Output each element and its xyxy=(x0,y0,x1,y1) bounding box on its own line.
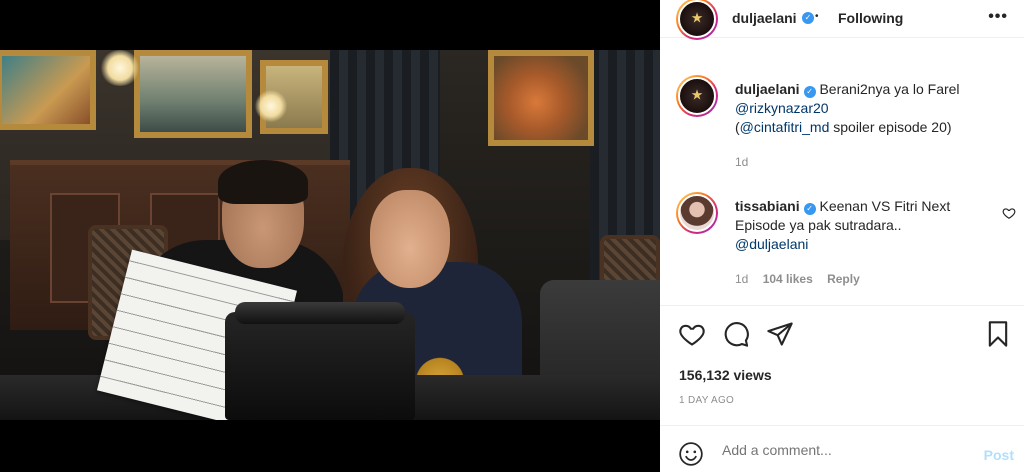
comment-age[interactable]: 1d xyxy=(735,155,748,169)
mention-link[interactable]: @rizkynazar20 xyxy=(735,100,829,116)
bookmark-icon[interactable] xyxy=(984,320,1012,348)
comment-input[interactable] xyxy=(722,442,962,458)
post-timestamp[interactable]: 1 DAY AGO xyxy=(679,395,734,406)
comment-likes[interactable]: 104 likes xyxy=(763,272,813,286)
action-bar: 156,132 views 1 DAY AGO xyxy=(660,305,1024,425)
comment-meta: 1d xyxy=(735,155,759,169)
verified-badge-icon: ✓ xyxy=(803,86,816,98)
mention-link[interactable]: @cintafitri_md xyxy=(740,119,830,135)
author-username[interactable]: duljaelani xyxy=(732,10,797,26)
verified-badge-icon: ✓ xyxy=(802,12,814,24)
post-comment-button[interactable]: Post xyxy=(984,447,1014,463)
comment-like-heart-icon[interactable] xyxy=(1002,206,1016,220)
lamp xyxy=(255,90,287,122)
man-hair xyxy=(218,160,308,204)
post-header: ★ duljaelani ✓ • Following ••• xyxy=(660,0,1024,40)
post-panel: ★ duljaelani ✓ • Following ••• ★ duljael… xyxy=(660,0,1024,472)
mention-link[interactable]: @duljaelani xyxy=(735,236,808,252)
caption-text: Berani2nya ya lo Farel xyxy=(819,81,960,97)
author-avatar[interactable]: ★ xyxy=(676,75,718,117)
lamp xyxy=(100,50,140,86)
following-button[interactable]: Following xyxy=(838,10,903,26)
caption-text: spoiler episode 20) xyxy=(829,119,952,135)
comment-username[interactable]: tissabiani xyxy=(735,198,800,214)
painting xyxy=(0,50,96,130)
verified-badge-icon: ✓ xyxy=(803,203,816,215)
heart-icon[interactable] xyxy=(678,320,706,348)
view-count[interactable]: 156,132 views xyxy=(679,367,772,383)
emoji-icon[interactable] xyxy=(678,441,704,467)
more-options-icon[interactable]: ••• xyxy=(988,8,1008,26)
woman-head xyxy=(370,190,450,288)
painting xyxy=(488,50,594,146)
add-comment-bar: Post xyxy=(660,425,1024,472)
header-separator: • xyxy=(815,11,819,22)
paper-plane-icon[interactable] xyxy=(766,320,794,348)
caption: duljaelani ✓ Berani2nya ya lo Farel @rizk… xyxy=(735,80,1005,137)
comment-icon[interactable] xyxy=(722,320,750,348)
video-frame[interactable] xyxy=(0,50,660,420)
star-icon: ★ xyxy=(690,87,704,104)
comment-username[interactable]: duljaelani xyxy=(735,81,800,97)
comment: tissabiani ✓ Keenan VS Fitri Next Episode… xyxy=(735,197,990,254)
author-avatar[interactable]: ★ xyxy=(676,0,718,40)
painting xyxy=(134,50,252,138)
star-icon: ★ xyxy=(690,10,704,27)
commenter-avatar[interactable] xyxy=(676,192,718,234)
typewriter xyxy=(225,302,415,420)
video-player[interactable] xyxy=(0,0,660,472)
comments-list: ★ duljaelani ✓ Berani2nya ya lo Farel @ri… xyxy=(660,55,1024,305)
comment-age[interactable]: 1d xyxy=(735,272,748,286)
reply-button[interactable]: Reply xyxy=(827,272,860,286)
comment-meta: 1d 104 likes Reply xyxy=(735,272,871,286)
